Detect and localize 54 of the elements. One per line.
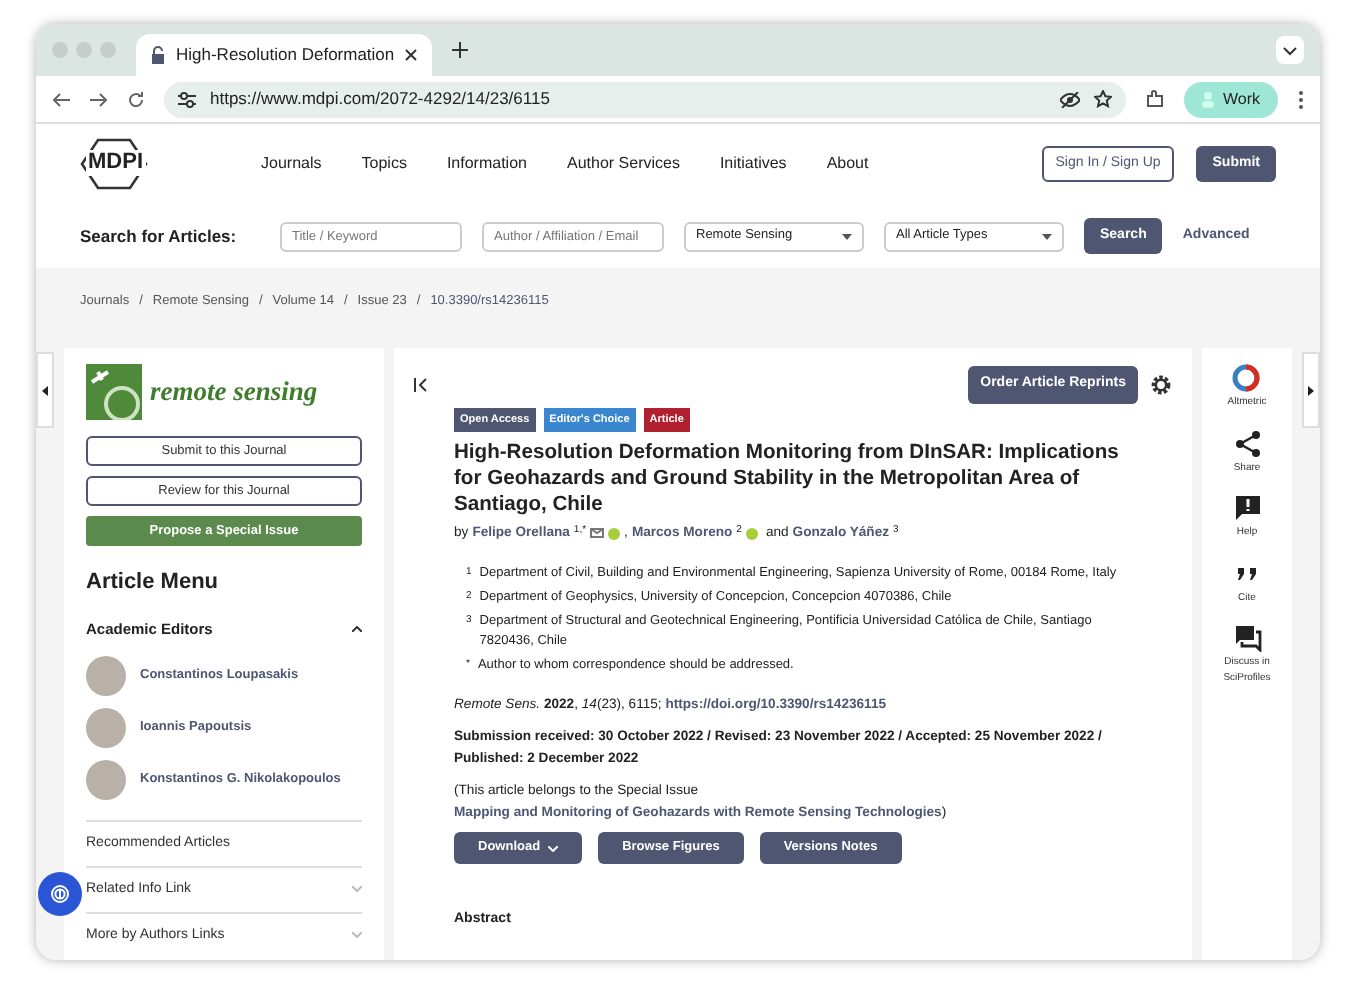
nav-link[interactable]: Initiatives [719,152,787,176]
puzzle-piece-icon[interactable] [1146,90,1165,108]
side-panel-toggle[interactable] [1302,352,1320,428]
altmetric-donut-icon [1232,364,1261,392]
settings-icon[interactable] [1150,373,1172,396]
close-icon[interactable] [404,48,419,62]
avatar-placeholder [86,707,126,748]
side-panel-toggle[interactable] [36,352,54,428]
affiliation-mark: * [466,655,470,674]
chevron-down-icon[interactable] [1276,36,1304,64]
caret-left-icon [42,385,48,395]
affiliation-mark: 1 [466,563,472,582]
affiliation-mark: 3 [466,611,472,630]
nav-link[interactable]: Information [446,152,527,176]
caret-icon [842,233,852,239]
plus-icon[interactable] [452,42,469,58]
fingerprint-button[interactable] [38,872,82,916]
chat-bubbles-icon [1233,624,1261,652]
search-label: Search for Articles: [80,223,239,249]
nav-link[interactable]: Author Services [566,152,680,176]
envelope-icon[interactable] [590,528,605,539]
avatar-placeholder [86,759,126,800]
nav-link[interactable]: About [826,152,869,176]
article-title: High-Resolution Deformation Monitoring from DInSAR: Implications for Geohazards and Ground Stability in the Metropolitan Area of Santiago, Chile [454,439,1121,518]
section-heading: Article Menu [86,568,221,598]
hexagon-logo-icon [80,138,148,190]
help-icon [1233,494,1261,522]
eye-slash-icon[interactable] [1060,91,1081,107]
kebab-menu-icon[interactable] [1298,89,1304,109]
journal-logo[interactable]: remote sensing [86,364,362,420]
address-bar[interactable]: https://www.mdpi.com/2072-4292/14/23/6115 [164,81,1127,117]
logo[interactable]: MDPI [80,138,148,190]
browser-tab[interactable]: High-Resolution Deformation [136,34,433,76]
profile-button[interactable]: Work [1184,81,1278,117]
caret-icon [1042,233,1052,239]
nav-link[interactable]: Topics [361,152,407,176]
caret-right-icon [1308,385,1314,395]
lock-icon [150,46,166,64]
fingerprint-icon [50,884,70,904]
forward-arrow-icon[interactable] [90,91,108,107]
chevron-down-icon [548,845,559,852]
chevron-down-icon [352,886,362,893]
collapse-left-icon[interactable] [414,377,428,392]
reload-icon[interactable] [128,91,144,107]
sliders-icon[interactable] [178,91,196,107]
nav-link[interactable]: Journals [261,152,322,176]
affiliation-mark: 2 [466,587,472,606]
chevron-down-icon [352,932,362,939]
avatar-placeholder [86,655,126,696]
satellite-globe-icon [86,364,142,420]
share-icon [1233,429,1261,457]
star-icon[interactable] [1094,90,1113,108]
back-arrow-icon[interactable] [52,91,70,107]
person-icon [1202,91,1215,107]
